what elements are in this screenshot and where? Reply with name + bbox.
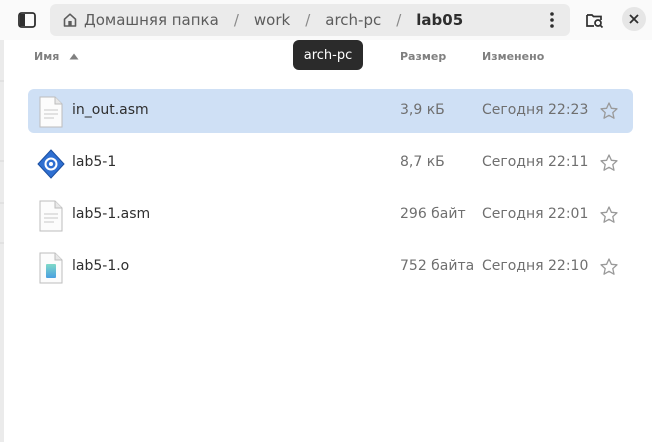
executable-icon [37,149,65,179]
file-size: 752 байта [400,258,475,274]
breadcrumb-tooltip: arch-pc [293,40,363,70]
file-row-lab5-1[interactable]: lab5-1 8,7 кБ Сегодня 22:11 [28,141,633,185]
breadcrumb-separator: / [305,11,311,29]
star-icon[interactable] [599,101,619,121]
breadcrumb-home[interactable]: Домашняя папка [84,11,219,29]
file-size: 296 байт [400,206,466,222]
file-modified: Сегодня 22:10 [482,258,589,274]
search-button[interactable] [580,4,610,36]
sort-ascending-icon [69,53,79,60]
column-header-modified[interactable]: Изменено [482,50,544,63]
file-row-in-out-asm[interactable]: in_out.asm 3,9 кБ Сегодня 22:23 [28,89,633,133]
breadcrumb-separator: / [396,11,402,29]
close-button[interactable] [622,7,646,31]
text-file-icon [39,200,63,232]
column-header-size[interactable]: Размер [400,50,446,63]
star-icon[interactable] [599,205,619,225]
breadcrumb-work[interactable]: work [254,11,290,29]
file-modified: Сегодня 22:23 [482,102,589,118]
file-name: lab5-1 [72,154,117,170]
file-size: 8,7 кБ [400,154,445,170]
sidebar-edge [0,40,4,442]
home-icon[interactable] [62,12,78,28]
file-row-lab5-1-o[interactable]: lab5-1.o 752 байта Сегодня 22:10 [28,245,633,289]
close-icon [629,14,639,24]
sidebar-toggle-icon [18,12,36,28]
text-file-icon [39,96,63,128]
file-modified: Сегодня 22:01 [482,206,589,222]
column-header-name[interactable]: Имя [34,50,79,63]
breadcrumb-lab05[interactable]: lab05 [416,11,463,29]
folder-search-icon [586,14,604,28]
sidebar-toggle-button[interactable] [10,4,44,36]
vertical-dots-icon [550,12,554,28]
object-file-icon [39,252,63,284]
file-row-lab5-1-asm[interactable]: lab5-1.asm 296 байт Сегодня 22:01 [28,193,633,237]
location-menu-button[interactable] [542,10,562,30]
breadcrumb: Домашняя папка / work / arch-pc / lab05 [50,4,570,36]
file-name: in_out.asm [72,102,149,118]
star-icon[interactable] [599,257,619,277]
file-modified: Сегодня 22:11 [482,154,589,170]
file-size: 3,9 кБ [400,102,445,118]
file-name: lab5-1.asm [72,206,151,222]
breadcrumb-arch-pc[interactable]: arch-pc [325,11,381,29]
header-bar: Домашняя папка / work / arch-pc / lab05 [0,0,652,40]
star-icon[interactable] [599,153,619,173]
breadcrumb-separator: / [233,11,239,29]
file-name: lab5-1.o [72,258,130,274]
